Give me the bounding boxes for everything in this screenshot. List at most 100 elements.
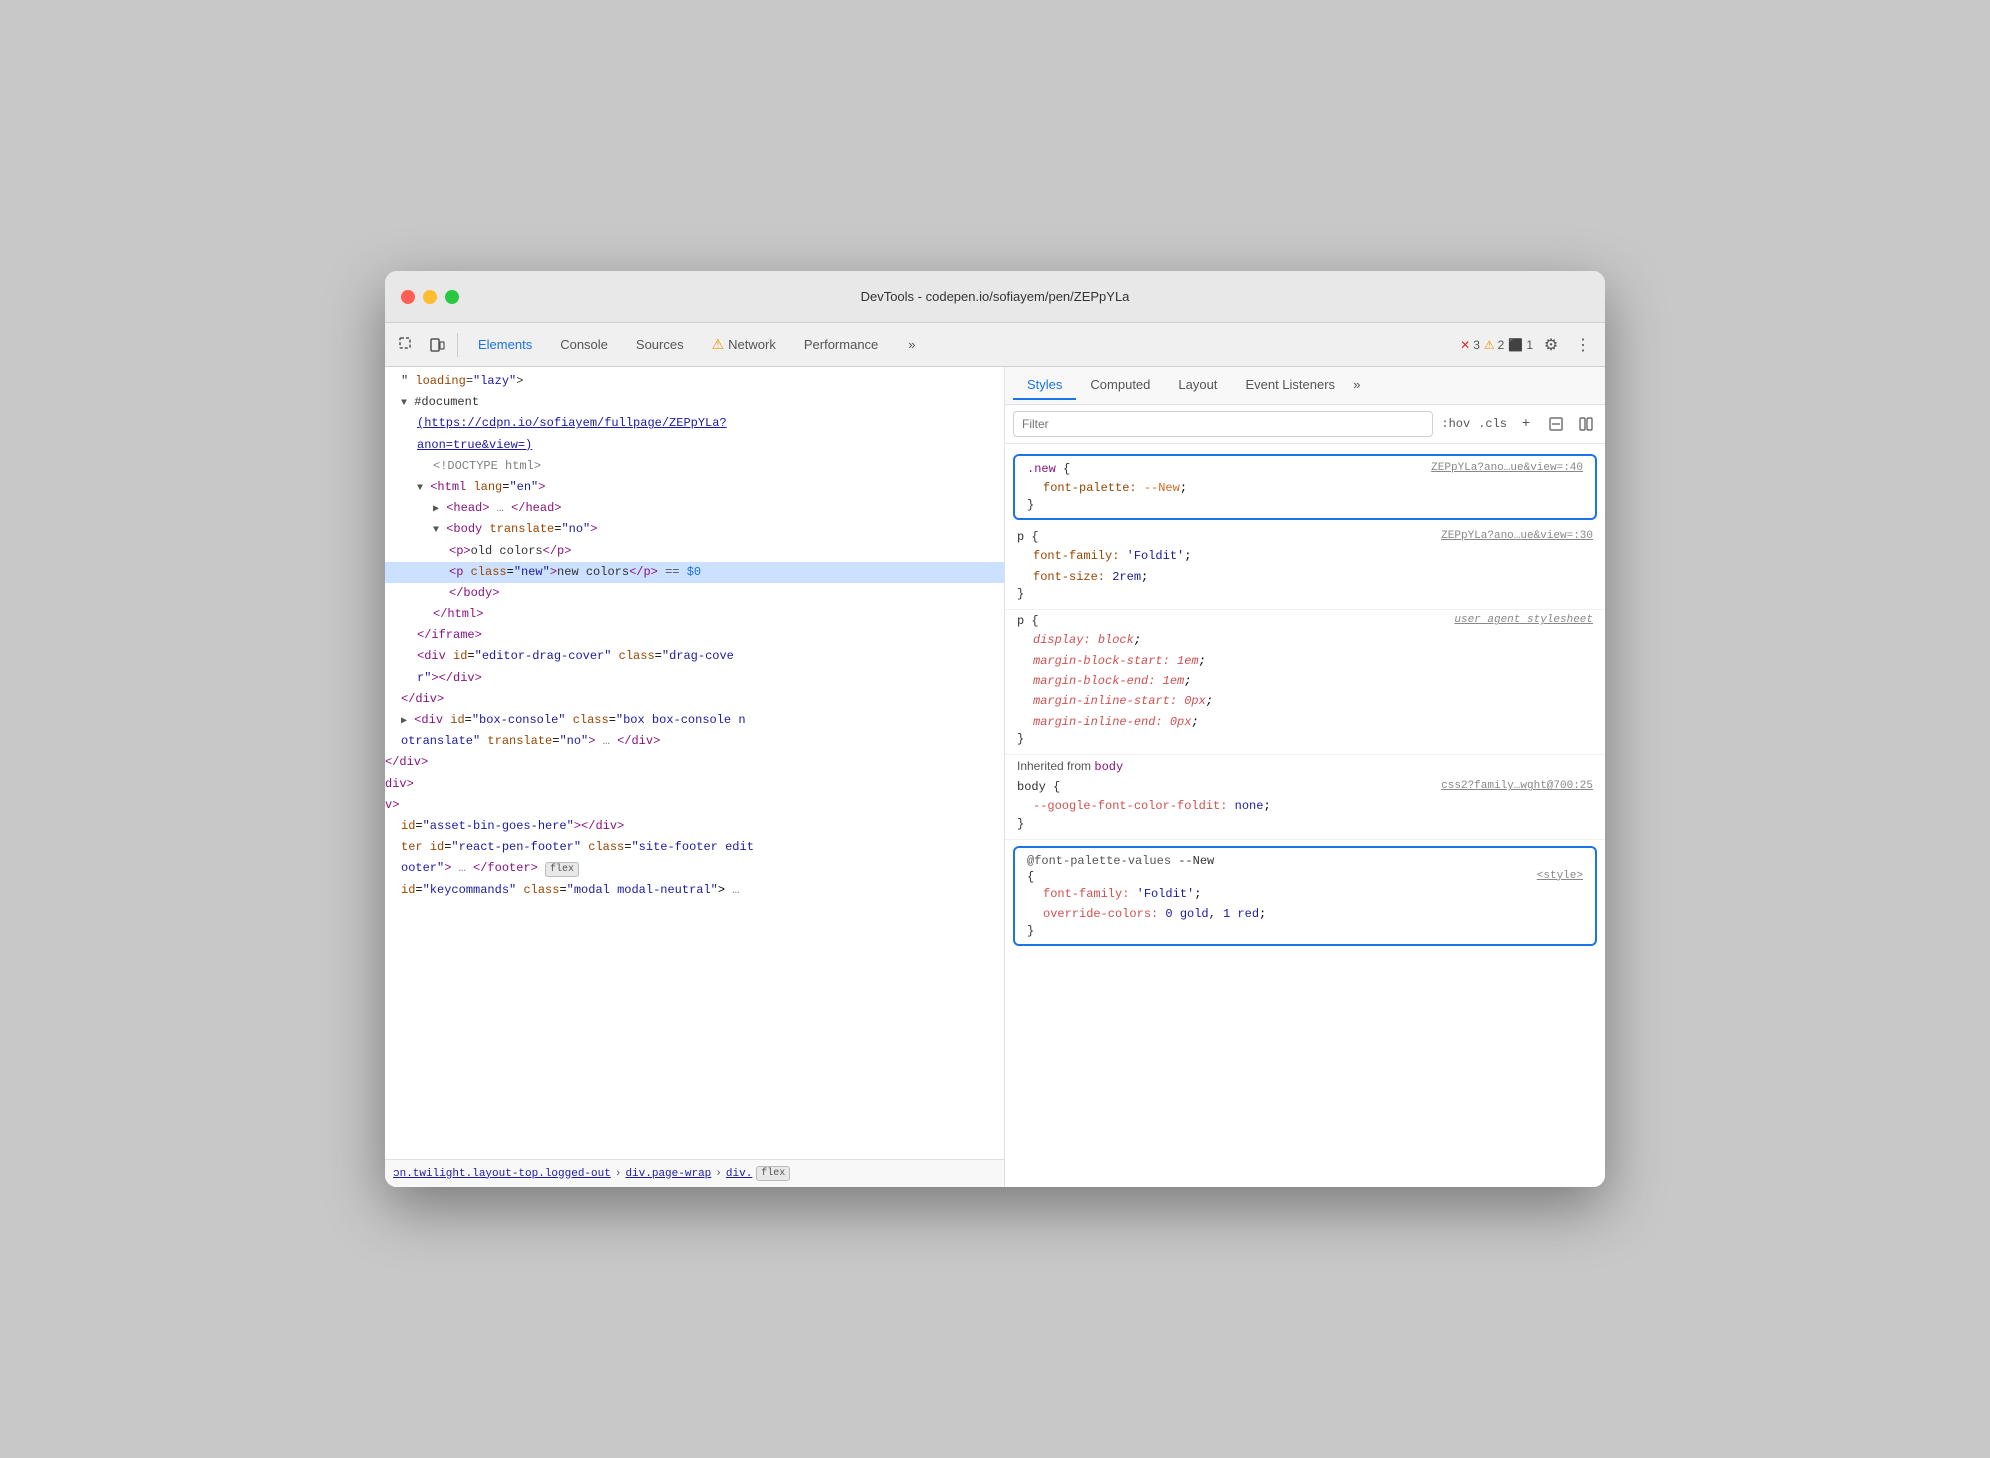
rule-body-header: body { css2?family…wght@700:25 [1017,780,1593,794]
rule-body-close: } [1017,817,1593,831]
tab-styles[interactable]: Styles [1013,371,1076,400]
toggle-styles-button[interactable] [1575,413,1597,435]
dom-line: div> [385,774,1004,795]
breadcrumb-bar: ɔn.twilight.layout-top.logged-out › div.… [385,1159,1004,1187]
breadcrumb-item-3[interactable]: div. [726,1168,752,1180]
settings-icon[interactable]: ⚙ [1537,331,1565,359]
rule-new-source[interactable]: ZEPpYLa?ano…ue&view=:40 [1431,462,1583,474]
styles-content[interactable]: .new { ZEPpYLa?ano…ue&view=:40 font-pale… [1005,444,1605,1187]
dom-line: </iframe> [385,625,1004,646]
more-options-icon[interactable]: ⋮ [1569,331,1597,359]
dom-panel: " loading="lazy"> ▼ #document (https://c… [385,367,1005,1187]
tab-network[interactable]: ⚠ Network [698,330,790,359]
rule-p-ua: p { user agent stylesheet display: block… [1005,610,1605,755]
rule-p1-close: } [1017,587,1593,601]
titlebar: DevTools - codepen.io/sofiayem/pen/ZEPpY… [385,271,1605,323]
tab-sources[interactable]: Sources [622,331,698,358]
dom-line: ▶ <div id="box-console" class="box box-c… [385,710,1004,731]
device-toolbar-icon[interactable] [423,331,451,359]
rule-fp-source[interactable]: <style> [1537,870,1583,882]
dom-line-selected[interactable]: <p class="new">new colors</p> == $0 [385,562,1004,583]
window-title: DevTools - codepen.io/sofiayem/pen/ZEPpY… [861,289,1130,304]
select-element-icon[interactable] [393,331,421,359]
tab-event-listeners[interactable]: Event Listeners [1231,371,1349,400]
rule-pua-source: user agent stylesheet [1454,614,1593,626]
flex-badge: flex [545,862,579,877]
error-icon: ✕ [1460,338,1470,352]
rule-pua-close: } [1017,732,1593,746]
rule-fp-at: @font-palette-values --New [1027,854,1214,868]
cls-button[interactable]: .cls [1478,417,1507,431]
rule-fp-header: @font-palette-values --New [1027,854,1583,868]
devtools-toolbar: Elements Console Sources ⚠ Network Perfo… [385,323,1605,367]
minimize-button[interactable] [423,290,437,304]
rule-fp-open: { <style> [1027,870,1583,884]
traffic-lights [401,290,459,304]
rule-new-header: .new { ZEPpYLa?ano…ue&view=:40 [1027,462,1583,476]
rule-font-palette: @font-palette-values --New { <style> fon… [1013,846,1597,947]
tab-more[interactable]: » [894,331,929,358]
rule-new: .new { ZEPpYLa?ano…ue&view=:40 font-pale… [1013,454,1597,520]
rule-p1-prop: font-family: 'Foldit'; [1017,546,1593,566]
dom-content[interactable]: " loading="lazy"> ▼ #document (https://c… [385,367,1004,1159]
warning-icon: ⚠ [1484,338,1495,352]
info-count[interactable]: ⬛ 1 [1508,338,1533,352]
rule-new-prop: font-palette: --New; [1027,478,1583,498]
hov-button[interactable]: :hov [1441,417,1470,431]
info-icon: ⬛ [1508,338,1523,352]
dom-line: ooter"> … </footer> flex [385,858,1004,879]
rule-body-selector: body { [1017,780,1060,794]
flex-badge-breadcrumb: flex [756,1166,790,1181]
tab-layout[interactable]: Layout [1164,371,1231,400]
rule-p1-header: p { ZEPpYLa?ano…ue&view=:30 [1017,530,1593,544]
close-button[interactable] [401,290,415,304]
dom-line: ter id="react-pen-footer" class="site-fo… [385,837,1004,858]
rule-pua-header: p { user agent stylesheet [1017,614,1593,628]
dom-line: </div> [385,752,1004,773]
rule-new-close: } [1027,498,1583,512]
tab-list: Elements Console Sources ⚠ Network Perfo… [464,330,930,359]
rule-p1-source[interactable]: ZEPpYLa?ano…ue&view=:30 [1441,530,1593,542]
rule-p1-prop2: font-size: 2rem; [1017,567,1593,587]
devtools-main: " loading="lazy"> ▼ #document (https://c… [385,367,1605,1187]
rule-fp-prop2: override-colors: 0 gold, 1 red; [1027,904,1583,924]
rule-pua-prop2: margin-block-start: 1em; [1017,651,1593,671]
dom-line: (https://cdpn.io/sofiayem/fullpage/ZEPpY… [385,413,1004,434]
breadcrumb-sep: › [615,1168,622,1180]
inherited-header: Inherited from body [1005,755,1605,776]
rule-body: body { css2?family…wght@700:25 --google-… [1005,776,1605,839]
styles-filter-input[interactable] [1013,411,1433,437]
rule-pua-prop1: display: block; [1017,630,1593,650]
dom-line: <!DOCTYPE html> [385,456,1004,477]
add-style-button[interactable]: + [1515,413,1537,435]
tab-performance[interactable]: Performance [790,331,892,358]
rule-pua-selector: p { [1017,614,1039,628]
error-count[interactable]: ✕ 3 [1460,338,1480,352]
tab-elements[interactable]: Elements [464,331,546,358]
dom-line: ▶ <head> … </head> [385,498,1004,519]
dom-line: ▼ <html lang="en"> [385,477,1004,498]
new-style-rule-button[interactable] [1545,413,1567,435]
dom-line: ▼ #document [385,392,1004,413]
toolbar-right: ✕ 3 ⚠ 2 ⬛ 1 ⚙ ⋮ [1460,331,1597,359]
rule-body-source[interactable]: css2?family…wght@700:25 [1441,780,1593,792]
network-warning-icon: ⚠ [712,336,725,353]
dom-line: r"></div> [385,668,1004,689]
dom-line: <p>old colors</p> [385,541,1004,562]
dom-line: id="keycommands" class="modal modal-neut… [385,880,1004,901]
dom-line: anon=true&view=) [385,435,1004,456]
dom-line: </div> [385,689,1004,710]
maximize-button[interactable] [445,290,459,304]
dom-line: </html> [385,604,1004,625]
rule-pua-prop3: margin-block-end: 1em; [1017,671,1593,691]
rule-new-selector: .new { [1027,462,1070,476]
rule-pua-prop5: margin-inline-end: 0px; [1017,712,1593,732]
warning-count[interactable]: ⚠ 2 [1484,338,1504,352]
tab-console[interactable]: Console [546,331,622,358]
tab-computed[interactable]: Computed [1076,371,1164,400]
dom-line: <div id="editor-drag-cover" class="drag-… [385,646,1004,667]
breadcrumb-item-1[interactable]: ɔn.twilight.layout-top.logged-out [393,1168,611,1180]
tab-more-styles[interactable]: » [1353,378,1361,393]
breadcrumb-item-2[interactable]: div.page-wrap [625,1168,711,1180]
dom-line: " loading="lazy"> [385,371,1004,392]
